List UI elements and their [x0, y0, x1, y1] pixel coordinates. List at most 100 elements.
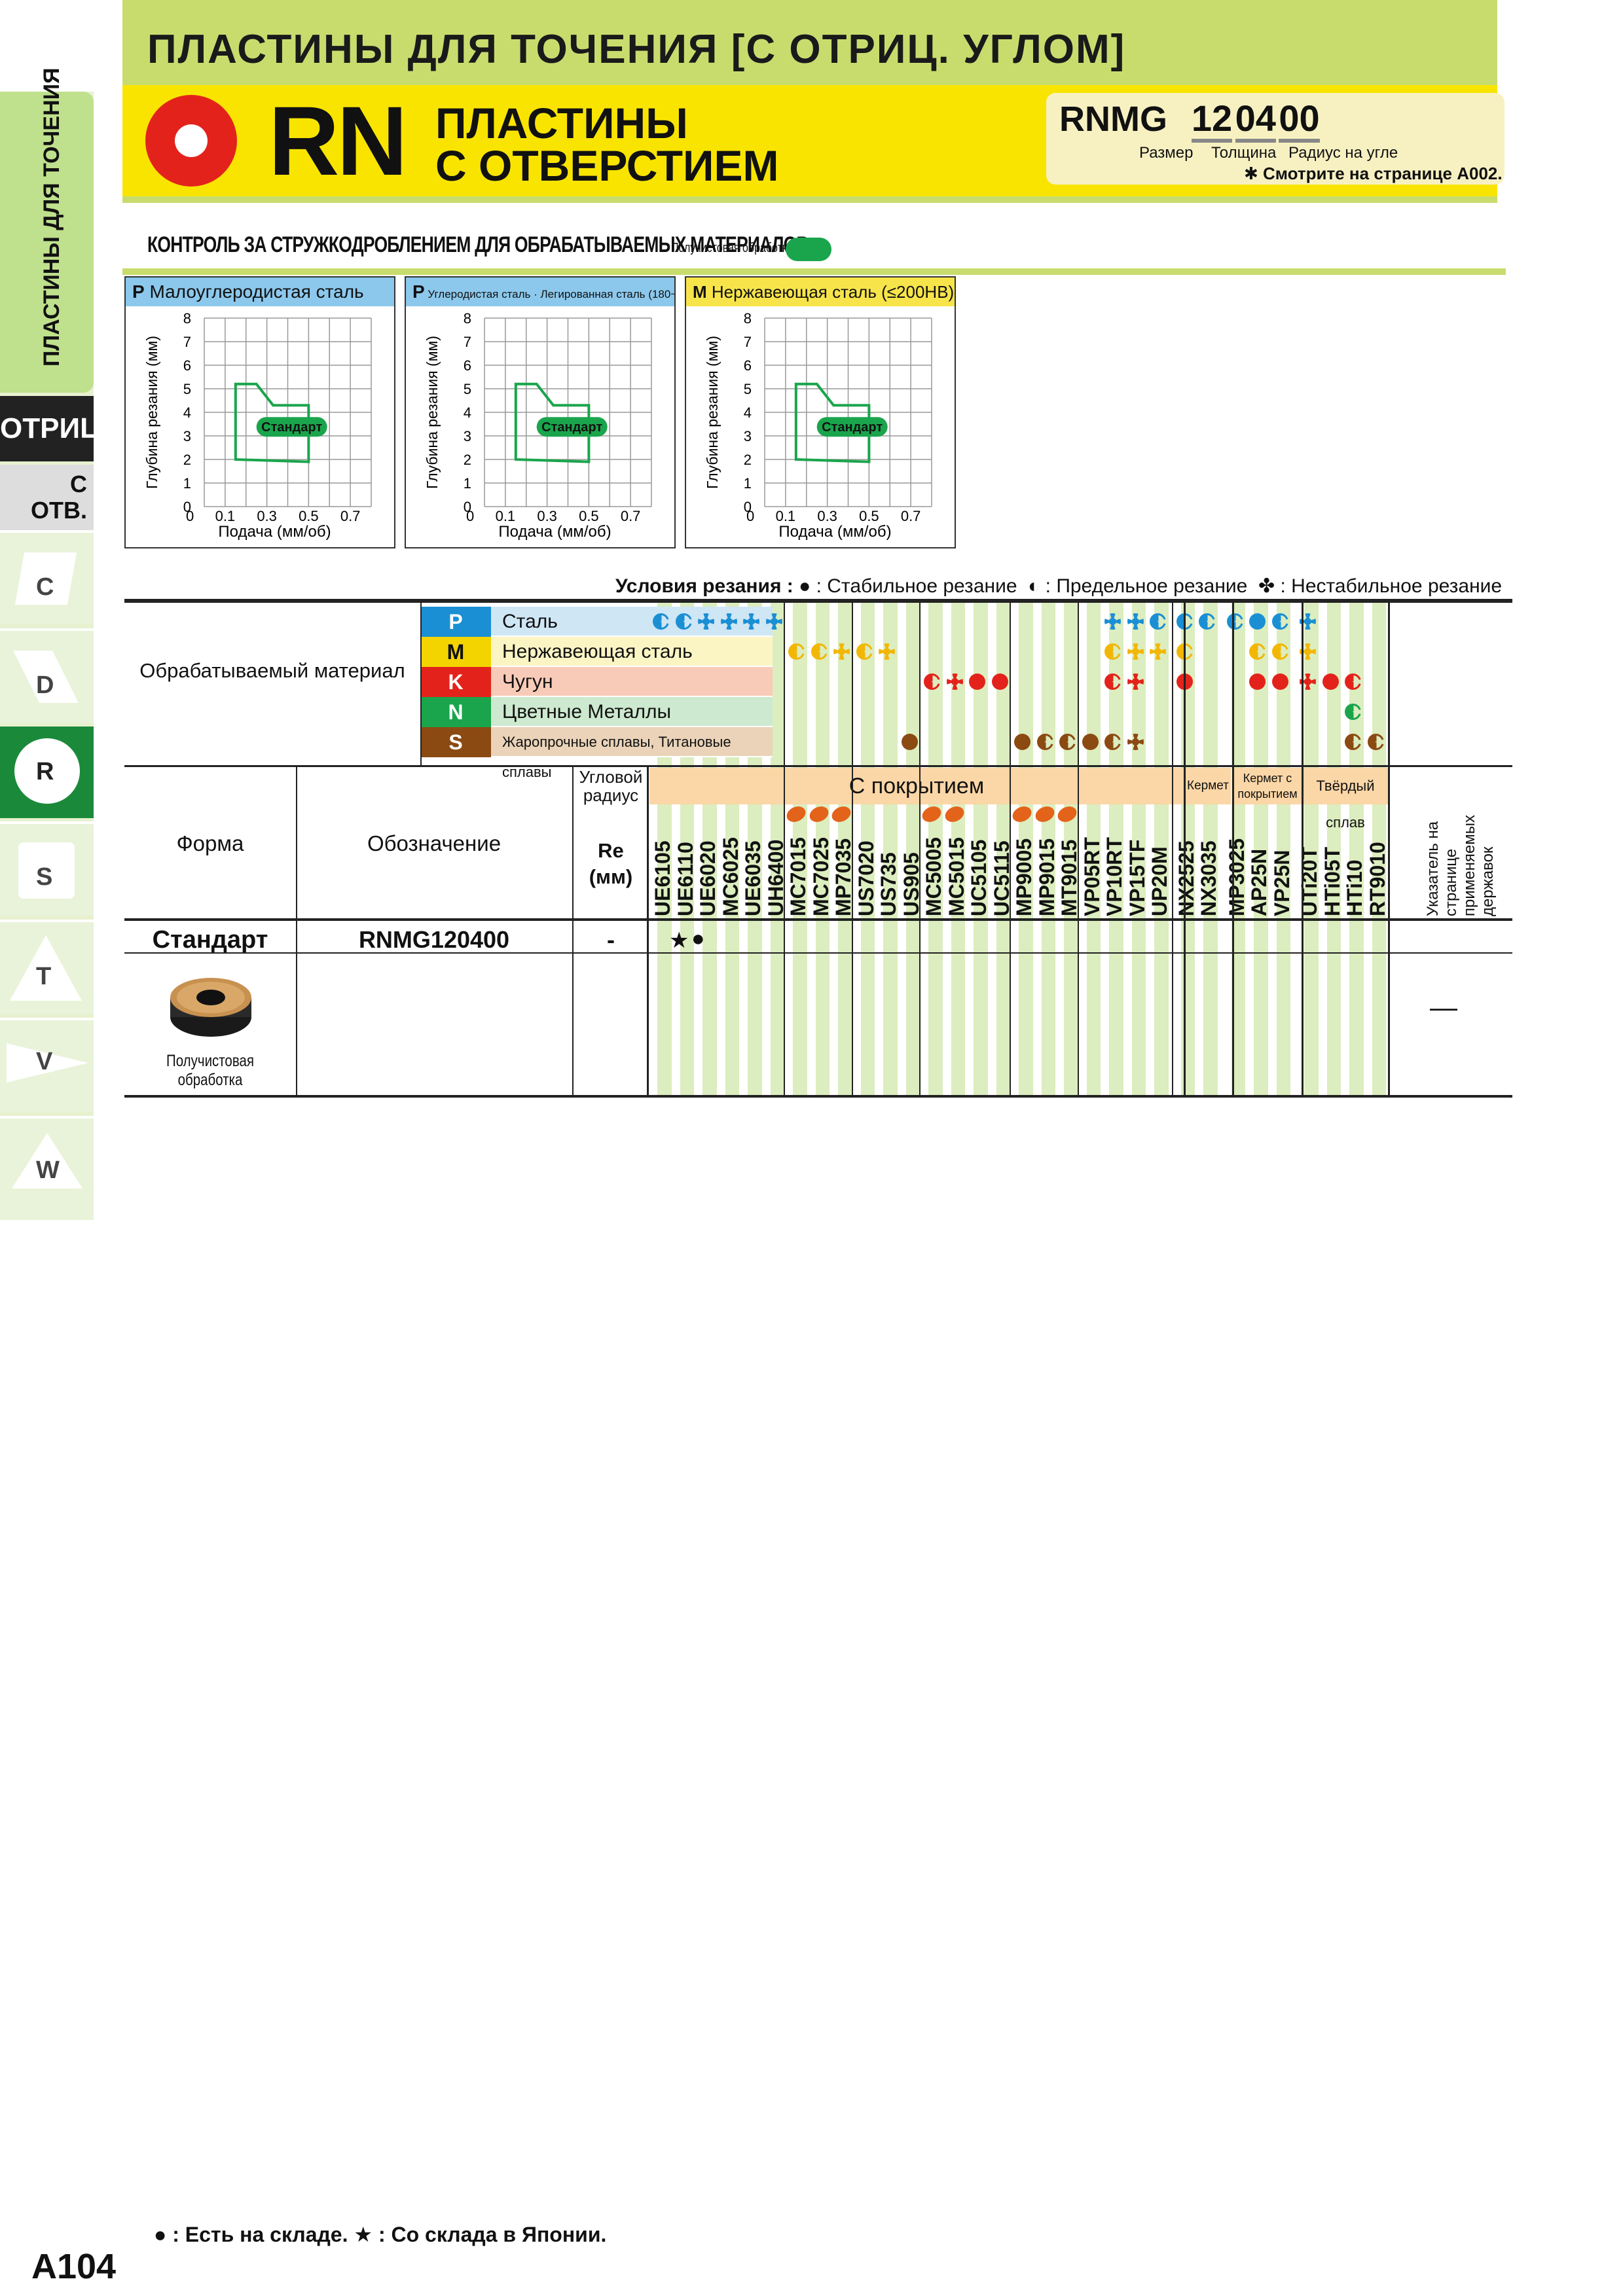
- designation-thickness: 04: [1235, 98, 1276, 143]
- shape-tab-r[interactable]: R: [0, 726, 94, 818]
- stable-marker: [969, 673, 985, 690]
- radius-column-sub: Re (мм): [589, 839, 633, 888]
- unstable-marker: [1127, 643, 1144, 660]
- col-divider-designation: [572, 765, 574, 1096]
- chip-chart-low-carbon: P Малоуглеродистая сталь 8 7 6 5 4 3 2 1 0 0 0.1 0.…: [124, 276, 395, 548]
- grade-uc5105: UC5105: [967, 839, 991, 916]
- shape-tab-s[interactable]: S: [0, 821, 94, 916]
- y-tick-label: 7: [744, 334, 752, 350]
- grade-vp10rt: VP10RT: [1103, 837, 1126, 916]
- shape-tab-d-label: D: [36, 672, 54, 699]
- shape-tab-c-label: C: [36, 573, 54, 601]
- material-name-k: Чугун: [502, 671, 553, 692]
- y-tick-label: 6: [183, 357, 191, 374]
- material-label: Обрабатываемый материал: [139, 659, 405, 682]
- carbide-group-header: Твёрдый сплав: [1303, 768, 1388, 831]
- x-tick-label: 0.3: [817, 508, 837, 524]
- unstable-cutting-label: ✤ : Нестабильное резание: [1258, 575, 1503, 597]
- table-header-rule: [124, 765, 1512, 767]
- x-origin-label: 0: [186, 508, 194, 524]
- grade-rt9010: RT9010: [1365, 842, 1389, 916]
- x-tick-label: 0.1: [496, 508, 516, 524]
- col-divider-grade-group: [919, 599, 921, 1096]
- standard-badge-label: Стандарт: [822, 420, 883, 435]
- y-axis-label: Глубина резания (мм): [143, 336, 160, 489]
- shape-tab-w[interactable]: W: [0, 1116, 94, 1220]
- holder-ref-value: —: [1430, 992, 1457, 1022]
- grade-vp05rt: VP05RT: [1080, 837, 1104, 916]
- limit-cutting-label: ◐ : Предельное резание: [1028, 575, 1248, 597]
- material-key-p: P: [420, 607, 491, 637]
- shape-tab-t[interactable]: T: [0, 920, 94, 1014]
- japan-stock-star: ★: [669, 928, 689, 953]
- y-tick-label: 3: [183, 428, 191, 444]
- x-axis-label: Подача (мм/об): [218, 523, 331, 541]
- material-key-k: K: [420, 667, 491, 697]
- y-tick-label: 4: [744, 404, 752, 421]
- grade-ue6110: UE6110: [673, 842, 697, 916]
- col-divider-material: [420, 599, 422, 765]
- y-tick-label: 4: [464, 404, 471, 421]
- y-tick-label: 2: [464, 452, 471, 468]
- table-row-rule: [124, 952, 1512, 954]
- shape-tab-d[interactable]: D: [0, 628, 94, 723]
- y-tick-label: 8: [464, 310, 471, 327]
- shape-tab-v[interactable]: V: [0, 1018, 94, 1112]
- col-divider-grade-group: [851, 599, 853, 1096]
- stock-legend: ● : Есть на складе. ★ : Со склада в Япон…: [154, 2223, 607, 2246]
- stable-marker: [1249, 613, 1266, 630]
- holder-ref-header: Указатель на странице применяемых держав…: [1424, 815, 1497, 916]
- material-row-m: M Нержавеющая сталь: [420, 637, 773, 667]
- shape-code: RN: [268, 86, 408, 196]
- grade-vp15tf: VP15TF: [1125, 839, 1149, 916]
- table-top-rule: [124, 599, 1512, 603]
- shape-tab-c[interactable]: C: [0, 530, 94, 624]
- designation-rnmg120400[interactable]: RNMG120400: [296, 926, 572, 954]
- x-tick-label: 0.3: [257, 508, 277, 524]
- chip-chart-key: M: [693, 282, 707, 302]
- grade-ap25n: AP25N: [1247, 848, 1271, 916]
- y-tick-label: 4: [183, 404, 191, 421]
- coated-group-header: С покрытием: [649, 768, 1184, 804]
- grade-mp9005: MP9005: [1012, 838, 1036, 916]
- unstable-marker: [765, 613, 782, 630]
- shape-name-line2: С ОТВЕРСТИЕМ: [435, 141, 779, 190]
- material-row-k: K Чугун: [420, 667, 773, 697]
- chip-chart-header: M Нержавеющая сталь (≤200HB): [686, 278, 955, 306]
- coated-cermet-group-header: Кермет с покрытием: [1233, 768, 1302, 804]
- grade-mc6025: MC6025: [718, 837, 742, 916]
- col-divider-shape: [296, 765, 297, 1096]
- chip-chart-stainless: M Нержавеющая сталь (≤200HB) 87654321000…: [685, 276, 956, 548]
- header-divider: [122, 196, 1497, 203]
- round-shape-icon-hole: [175, 124, 208, 157]
- sidebar-negative-tab[interactable]: ОТРИЦ.: [0, 396, 109, 461]
- x-tick-label: 0.5: [579, 508, 599, 524]
- shape-standard-label: Стандарт: [152, 926, 268, 954]
- coated-group-label: С покрытием: [848, 774, 985, 798]
- sidebar-hole-line2: ОТВ.: [31, 497, 87, 524]
- x-axis-label: Подача (мм/об): [778, 523, 891, 541]
- chip-chart-title: Малоуглеродистая сталь: [149, 281, 364, 302]
- grade-nx3035: NX3035: [1197, 840, 1220, 916]
- grade-mc5005: MC5005: [922, 837, 945, 916]
- grade-vp25n: VP25N: [1269, 850, 1294, 916]
- in-stock-dot: ●: [691, 926, 705, 951]
- y-tick-label: 3: [464, 428, 471, 444]
- grade-nx2525: NX2525: [1174, 840, 1198, 916]
- material-header-cell: Обрабатываемый материал: [124, 607, 420, 757]
- round-insert-icon: [170, 978, 251, 1037]
- x-tick-label: 0.7: [621, 508, 641, 524]
- designation-radius: 00: [1279, 98, 1320, 143]
- y-tick-label: 6: [464, 357, 471, 374]
- sidebar-hole-line1: С: [70, 471, 87, 497]
- material-key-m: M: [420, 637, 491, 667]
- material-key-n: N: [420, 697, 491, 727]
- y-tick-label: 5: [464, 381, 471, 397]
- shape-tab-r-label: R: [36, 758, 54, 785]
- stable-marker: [1322, 673, 1339, 690]
- unstable-marker: [833, 643, 850, 660]
- x-tick-label: 0.1: [776, 508, 796, 524]
- grade-mc7025: MC7025: [809, 837, 833, 916]
- designation-size: 12: [1191, 98, 1233, 143]
- sidebar-hole-tab[interactable]: С ОТВ.: [0, 465, 94, 530]
